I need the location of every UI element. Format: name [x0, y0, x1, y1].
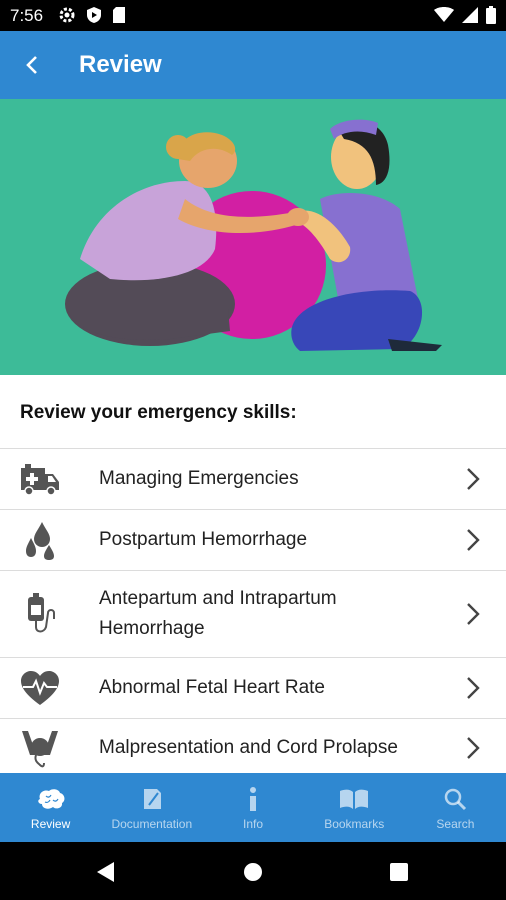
tab-review[interactable]: Review — [0, 773, 101, 842]
back-triangle-icon[interactable] — [96, 861, 116, 883]
status-bar: 7:56 — [0, 0, 506, 31]
tab-label: Bookmarks — [324, 816, 385, 831]
back-button[interactable] — [14, 47, 50, 83]
skills-list: Managing Emergencies Postpartum Hemorrha… — [0, 448, 506, 777]
list-item-abnormal-fetal-heart-rate[interactable]: Abnormal Fetal Heart Rate — [0, 657, 506, 718]
search-icon — [443, 785, 467, 813]
list-item-label: Antepartum and Intrapartum Hemorrhage — [99, 588, 337, 639]
app-bar: Review — [0, 31, 506, 99]
chevron-right-icon — [467, 677, 480, 699]
section-title: Review your emergency skills: — [20, 402, 297, 423]
info-icon — [247, 785, 259, 813]
tab-info[interactable]: Info — [202, 773, 303, 842]
tab-search[interactable]: Search — [405, 773, 506, 842]
list-item-label: Postpartum Hemorrhage — [99, 529, 308, 550]
wifi-icon — [434, 7, 454, 22]
chevron-left-icon — [26, 56, 37, 74]
tab-label: Review — [30, 816, 71, 831]
settings-icon — [59, 7, 75, 23]
battery-icon — [486, 6, 496, 24]
hero-illustration — [0, 99, 506, 375]
list-item-managing-emergencies[interactable]: Managing Emergencies — [0, 448, 506, 509]
chevron-right-icon — [467, 468, 480, 490]
list-item-label: Malpresentation and Cord Prolapse — [99, 737, 398, 758]
brain-icon — [36, 785, 66, 813]
list-item-label: Abnormal Fetal Heart Rate — [99, 677, 325, 698]
chevron-right-icon — [467, 603, 480, 625]
list-item-antepartum-intrapartum-hemorrhage[interactable]: Antepartum and Intrapartum Hemorrhage — [0, 570, 506, 657]
tab-bookmarks[interactable]: Bookmarks — [304, 773, 405, 842]
list-item-malpresentation-cord-prolapse[interactable]: Malpresentation and Cord Prolapse — [0, 718, 506, 777]
blood-drops-icon — [18, 518, 62, 562]
signal-icon — [462, 7, 478, 23]
heart-pulse-icon — [18, 666, 62, 710]
recents-square-icon[interactable] — [390, 863, 408, 881]
list-item-postpartum-hemorrhage[interactable]: Postpartum Hemorrhage — [0, 509, 506, 570]
book-icon — [339, 785, 369, 813]
system-navigation-bar — [0, 842, 506, 900]
chevron-right-icon — [467, 737, 480, 759]
bottom-navigation: Review Documentation Info Bookmarks Sear… — [0, 773, 506, 842]
sd-card-icon — [113, 7, 125, 23]
birthing-ball-illustration — [65, 119, 442, 351]
tab-label: Search — [436, 816, 475, 831]
tab-documentation[interactable]: Documentation — [101, 773, 202, 842]
ambulance-icon — [18, 457, 62, 501]
iv-bag-icon — [18, 592, 62, 636]
status-time: 7:56 — [10, 6, 44, 25]
pelvis-icon — [18, 726, 62, 770]
page-title: Review — [79, 51, 162, 78]
tab-label: Info — [243, 816, 264, 831]
document-icon — [141, 785, 163, 813]
list-item-label: Managing Emergencies — [99, 468, 299, 489]
shield-icon — [87, 7, 101, 23]
home-circle-icon[interactable] — [243, 862, 263, 882]
chevron-right-icon — [467, 529, 480, 551]
tab-label: Documentation — [111, 816, 193, 831]
